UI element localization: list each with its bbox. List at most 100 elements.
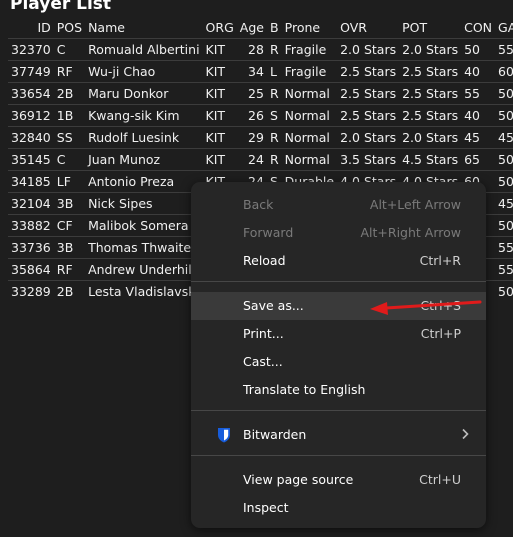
table-row[interactable]: 36912 1B Kwang-sik Kim KIT 26 S Normal 2.5 Star…	[8, 104, 513, 127]
cell-pos: CF	[53, 214, 86, 237]
cell-pot: 2.5 Stars	[399, 82, 462, 105]
cell-id: 32370	[8, 38, 54, 61]
cell-org: KIT	[202, 148, 237, 171]
cell-pos: 1B	[53, 104, 86, 127]
cell-ga: 50	[495, 170, 513, 193]
cell-ga: 50	[495, 214, 513, 237]
table-row[interactable]: 35145 C Juan Munoz KIT 24 R Normal 3.5 Stars 4.5…	[8, 148, 513, 171]
menu-item-reload[interactable]: Reload Ctrl+R	[191, 247, 486, 275]
menu-item-shortcut: Ctrl+U	[419, 472, 461, 487]
cell-name: Lesta Vladislavski	[85, 280, 203, 302]
cell-ga: 45	[495, 192, 513, 215]
menu-item-label: Bitwarden	[243, 427, 307, 442]
menu-item-print[interactable]: Print... Ctrl+P	[191, 320, 486, 348]
column-header-pos[interactable]: POS	[54, 16, 85, 39]
cell-pos: RF	[53, 258, 86, 281]
cell-pos: C	[53, 148, 86, 171]
cell-age: 29	[236, 126, 267, 149]
column-header-id[interactable]: ID	[8, 16, 54, 39]
chevron-right-icon	[462, 428, 469, 440]
cell-pos: 3B	[53, 236, 86, 259]
table-row[interactable]: 32370 C Romuald Albertini KIT 28 R Fragile 2.0 …	[8, 38, 513, 61]
menu-item-translate[interactable]: Translate to English	[191, 376, 486, 404]
cell-bats: L	[266, 60, 282, 83]
cell-bats: R	[266, 82, 282, 105]
cell-id: 34185	[8, 170, 54, 193]
cell-pos: LF	[53, 170, 86, 193]
cell-name: Juan Munoz	[85, 148, 203, 171]
cell-id: 32104	[8, 192, 54, 215]
cell-con: 45	[461, 126, 496, 149]
cell-org: KIT	[202, 60, 237, 83]
cell-con: 40	[461, 60, 496, 83]
cell-ga: 60	[495, 60, 513, 83]
column-header-age[interactable]: Age	[237, 16, 267, 39]
menu-item-cast[interactable]: Cast...	[191, 348, 486, 376]
cell-ga: 55	[495, 38, 513, 61]
column-header-ovr[interactable]: OVR	[337, 16, 399, 39]
page-title: Player List	[10, 0, 112, 14]
column-header-org[interactable]: ORG	[203, 16, 237, 39]
cell-pot: 2.5 Stars	[399, 60, 462, 83]
menu-item-view-source[interactable]: View page source Ctrl+U	[191, 466, 486, 494]
cell-ga: 55	[495, 236, 513, 259]
cell-ga: 50	[495, 148, 513, 171]
column-header-con[interactable]: CON	[461, 16, 495, 39]
cell-pot: 2.0 Stars	[399, 38, 462, 61]
menu-item-label: View page source	[243, 472, 354, 487]
cell-id: 37749	[8, 60, 54, 83]
menu-item-shortcut: Ctrl+R	[419, 253, 461, 268]
cell-con: 50	[461, 38, 496, 61]
menu-item-label: Inspect	[243, 500, 289, 515]
cell-pot: 4.5 Stars	[399, 148, 462, 171]
cell-age: 28	[236, 38, 267, 61]
cell-ovr: 2.5 Stars	[337, 104, 400, 127]
context-menu: Back Alt+Left Arrow Forward Alt+Right Ar…	[191, 182, 486, 528]
cell-bats: S	[266, 104, 282, 127]
cell-id: 36912	[8, 104, 54, 127]
cell-id: 33882	[8, 214, 54, 237]
menu-item-inspect[interactable]: Inspect	[191, 494, 486, 522]
cell-id: 33289	[8, 280, 54, 302]
column-header-bats[interactable]: B	[267, 16, 282, 39]
table-row[interactable]: 37749 RF Wu-ji Chao KIT 34 L Fragile 2.5 Stars 2…	[8, 60, 513, 83]
cell-con: 40	[461, 104, 496, 127]
column-header-prone[interactable]: Prone	[282, 16, 337, 39]
cell-id: 35864	[8, 258, 54, 281]
menu-item-save-as[interactable]: Save as... Ctrl+S	[191, 292, 486, 320]
cell-id: 35145	[8, 148, 54, 171]
menu-item-bitwarden[interactable]: Bitwarden	[191, 421, 486, 449]
menu-item-label: Save as...	[243, 298, 304, 313]
cell-con: 65	[461, 148, 496, 171]
cell-name: Antonio Preza	[85, 170, 203, 193]
cell-age: 25	[236, 82, 267, 105]
menu-item-label: Cast...	[243, 354, 283, 369]
cell-name: Kwang-sik Kim	[85, 104, 203, 127]
menu-separator	[191, 455, 486, 456]
menu-item-label: Reload	[243, 253, 286, 268]
menu-item-shortcut: Ctrl+S	[420, 298, 461, 313]
bitwarden-shield-icon	[218, 428, 230, 443]
column-header-ga[interactable]: GA	[495, 16, 513, 39]
cell-prone: Normal	[281, 148, 338, 171]
cell-pot: 2.5 Stars	[399, 104, 462, 127]
cell-ga: 50	[495, 82, 513, 105]
cell-ga: 45	[495, 126, 513, 149]
cell-pos: C	[53, 38, 86, 61]
cell-prone: Normal	[281, 82, 338, 105]
cell-bats: R	[266, 38, 282, 61]
cell-name: Maru Donkor	[85, 82, 203, 105]
cell-name: Malibok Somera	[85, 214, 203, 237]
table-row[interactable]: 32840 SS Rudolf Luesink KIT 29 R Normal 2.0 Sta…	[8, 126, 513, 149]
cell-prone: Fragile	[281, 38, 338, 61]
cell-ovr: 2.5 Stars	[337, 82, 400, 105]
cell-name: Andrew Underhill	[85, 258, 203, 281]
cell-ovr: 3.5 Stars	[337, 148, 400, 171]
page: Player List ID POS Name ORG Age B Prone OVR POT C…	[0, 0, 513, 537]
cell-id: 33654	[8, 82, 54, 105]
column-header-name[interactable]: Name	[85, 16, 202, 39]
menu-item-shortcut: Alt+Right Arrow	[360, 225, 462, 240]
table-row[interactable]: 33654 2B Maru Donkor KIT 25 R Normal 2.5 Stars 2…	[8, 82, 513, 105]
menu-item-label: Translate to English	[243, 382, 366, 397]
column-header-pot[interactable]: POT	[399, 16, 461, 39]
